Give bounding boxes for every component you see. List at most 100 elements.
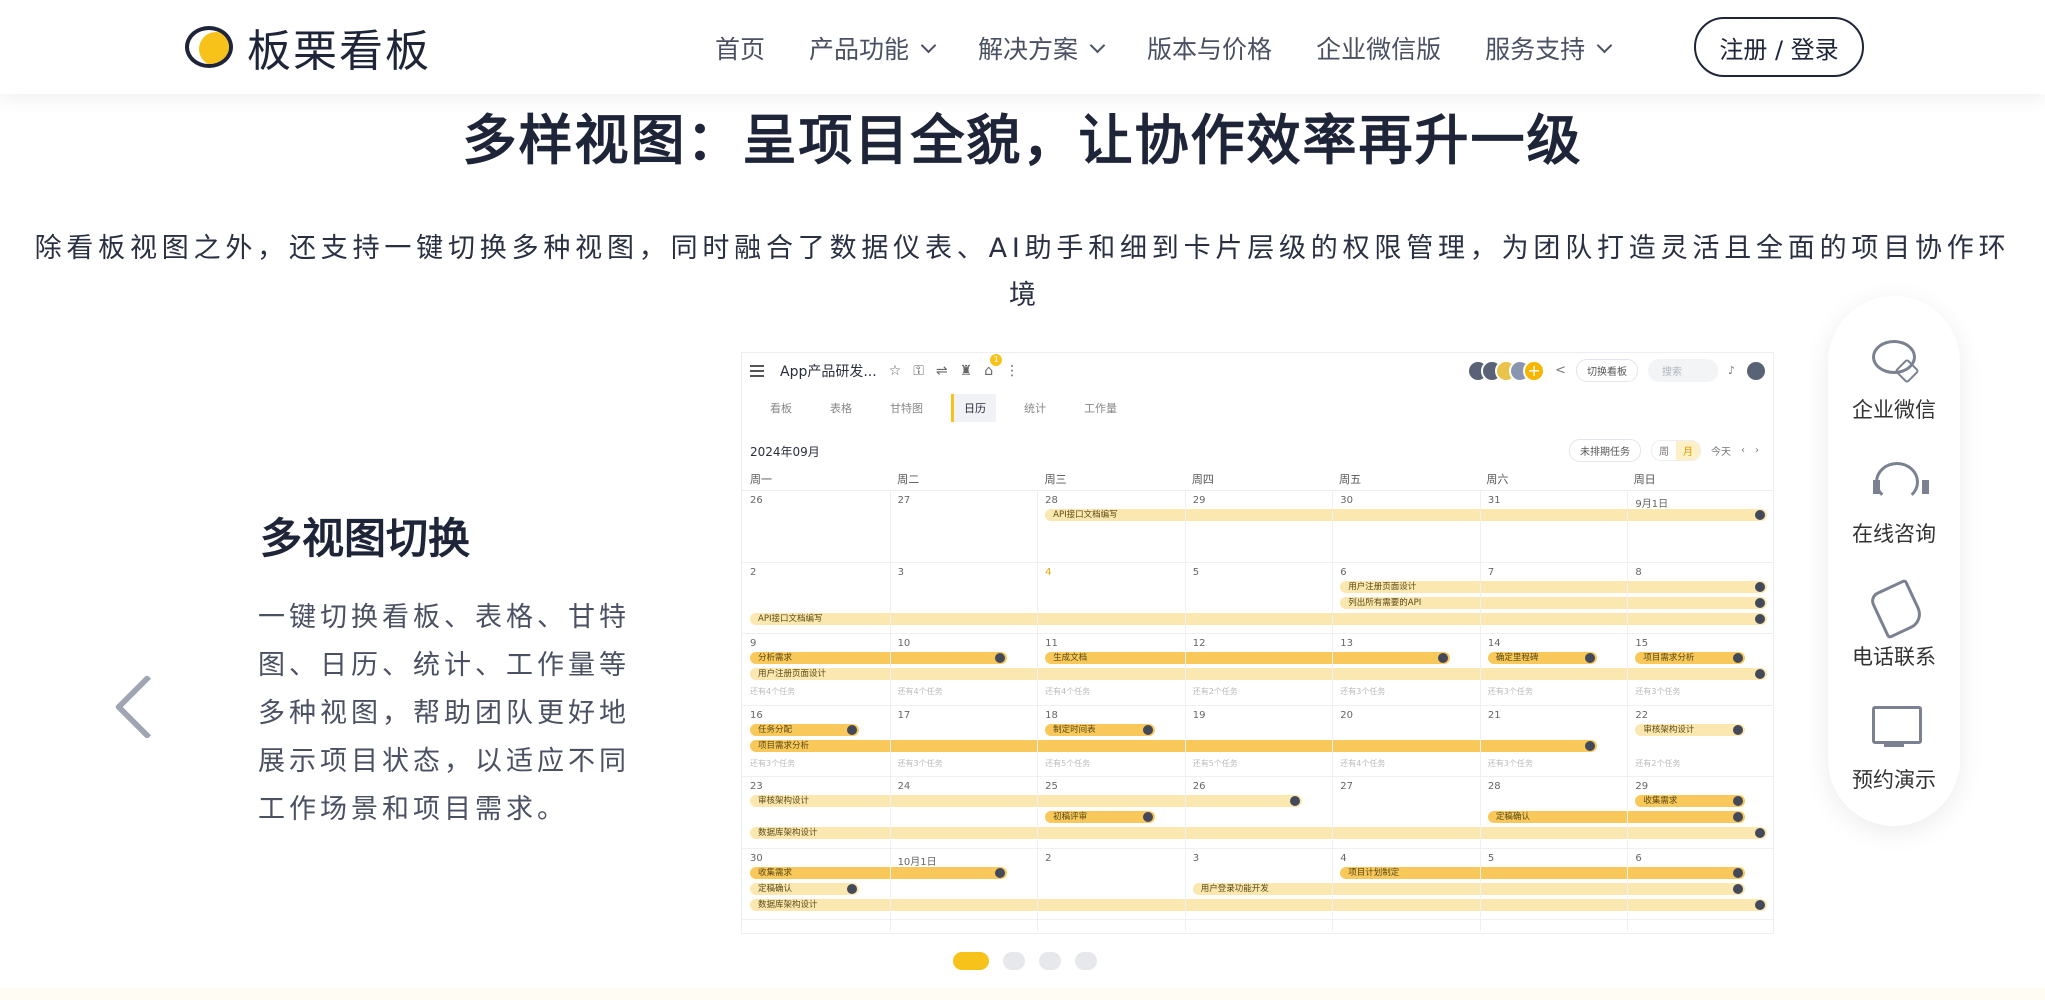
nav-support[interactable]: 服务支持 [1485,30,1613,66]
calendar-day-number[interactable]: 28 [1488,781,1501,792]
calendar-day-number[interactable]: 20 [1340,710,1353,721]
seg-week[interactable]: 周 [1652,441,1676,460]
nav-solutions[interactable]: 解决方案 [978,30,1106,66]
calendar-event[interactable]: 分析需求 [750,652,1007,664]
calendar-day-number[interactable]: 6 [1635,853,1641,864]
seg-month[interactable]: 月 [1676,441,1700,460]
more-tasks-link[interactable]: 还有2个任务 [1635,758,1680,769]
register-login-button[interactable]: 注册 / 登录 [1694,17,1864,77]
calendar-day-number[interactable]: 14 [1488,638,1501,649]
calendar-event[interactable]: 定稿确认 [750,882,860,895]
board-search-input[interactable]: 搜索 [1647,359,1718,382]
calendar-day-number[interactable]: 9 [750,638,756,649]
calendar-day-number[interactable]: 22 [1635,710,1648,721]
calendar-event[interactable]: 任务分配 [750,723,860,736]
unscheduled-tasks-button[interactable]: 未排期任务 [1569,439,1641,462]
lock-icon[interactable]: ⚿ [913,363,924,379]
calendar-event[interactable]: 用户注册页面设计 [1340,580,1767,593]
calendar-day-number[interactable]: 26 [1193,781,1206,792]
calendar-event[interactable]: API接口文档编写 [750,612,1767,625]
calendar-event[interactable]: 生成文档 [1045,652,1450,664]
more-tasks-link[interactable]: 还有3个任务 [1635,686,1680,697]
contact-phone[interactable]: 电话联系 [1828,579,1960,671]
ai-assistant-icon[interactable]: ⌂ 1 [984,354,1003,379]
calendar-day-number[interactable]: 30 [750,853,763,864]
filter-icon[interactable]: ⇌ [936,363,948,379]
contact-wecom[interactable]: 企业微信 [1828,332,1960,424]
star-icon[interactable]: ☆ [889,363,902,379]
calendar-day-number[interactable]: 15 [1635,638,1648,649]
calendar-day-number[interactable]: 23 [750,781,763,792]
calendar-day-number[interactable]: 16 [750,710,763,721]
calendar-event[interactable]: 项目需求分析 [1635,652,1745,664]
carousel-dot[interactable] [1003,952,1025,970]
calendar-event[interactable]: 收集需求 [750,866,1007,879]
calendar-day-number[interactable]: 5 [1488,853,1494,864]
tab-calendar[interactable]: 日历 [951,394,996,422]
carousel-dot[interactable] [1039,952,1061,970]
calendar-event[interactable]: 审核架构设计 [1635,723,1745,736]
tab-table[interactable]: 表格 [820,394,862,422]
tab-gantt[interactable]: 甘特图 [880,394,933,422]
calendar-event[interactable]: 用户注册页面设计 [750,668,1767,680]
contact-online-consult[interactable]: 在线咨询 [1828,456,1960,548]
more-tasks-link[interactable]: 还有4个任务 [898,686,943,697]
calendar-day-number[interactable]: 2 [1045,853,1051,864]
calendar-day-number[interactable]: 30 [1340,495,1353,506]
calendar-day-number[interactable]: 21 [1488,710,1501,721]
calendar-day-number[interactable]: 29 [1635,781,1648,792]
more-tasks-link[interactable]: 还有4个任务 [1045,686,1090,697]
calendar-event[interactable]: 收集需求 [1635,795,1745,807]
bell-icon[interactable]: ♪ [1728,364,1735,377]
add-member-icon[interactable]: + [1523,359,1546,382]
today-button[interactable]: 今天 [1711,443,1731,458]
calendar-day-number[interactable]: 11 [1045,638,1058,649]
nav-pricing[interactable]: 版本与价格 [1147,30,1272,66]
carousel-dot[interactable] [1075,952,1097,970]
next-month-icon[interactable]: › [1755,445,1759,456]
nav-wecom-edition[interactable]: 企业微信版 [1316,30,1441,66]
more-tasks-link[interactable]: 还有3个任务 [898,758,943,769]
brand-logo[interactable]: 板栗看板 [185,18,431,77]
calendar-event[interactable]: 数据库架构设计 [750,898,1767,911]
calendar-day-number[interactable]: 13 [1340,638,1353,649]
calendar-day-number[interactable]: 7 [1488,567,1494,578]
carousel-prev-arrow-icon[interactable] [114,674,180,740]
calendar-day-number[interactable]: 28 [1045,495,1058,506]
calendar-day-number[interactable]: 9月1日 [1635,495,1668,510]
calendar-event[interactable]: 数据库架构设计 [750,827,1767,839]
tab-workload[interactable]: 工作量 [1074,394,1127,422]
calendar-day-number[interactable]: 6 [1340,567,1346,578]
nav-product-features[interactable]: 产品功能 [809,30,937,66]
calendar-day-number[interactable]: 31 [1488,495,1501,506]
more-tasks-link[interactable]: 还有5个任务 [1045,758,1090,769]
share-icon[interactable]: < [1555,363,1566,378]
switch-board-button[interactable]: 切换看板 [1575,359,1638,382]
more-tasks-link[interactable]: 还有3个任务 [1488,758,1533,769]
more-tasks-link[interactable]: 还有3个任务 [1488,686,1533,697]
calendar-event[interactable]: 用户登录功能开发 [1192,882,1745,895]
calendar-day-number[interactable]: 8 [1635,567,1641,578]
more-tasks-link[interactable]: 还有4个任务 [1340,758,1385,769]
more-icon[interactable]: ⋮ [1005,363,1019,379]
calendar-day-number[interactable]: 3 [1193,853,1199,864]
more-tasks-link[interactable]: 还有5个任务 [1193,758,1238,769]
user-avatar[interactable] [1745,359,1767,382]
calendar-day-number[interactable]: 12 [1193,638,1206,649]
calendar-day-number[interactable]: 19 [1193,710,1206,721]
calendar-day-number[interactable]: 5 [1193,567,1199,578]
more-tasks-link[interactable]: 还有3个任务 [750,758,795,769]
calendar-event[interactable]: 审核架构设计 [750,795,1303,807]
menu-icon[interactable] [750,362,764,380]
calendar-event[interactable]: API接口文档编写 [1045,509,1767,521]
calendar-day-number[interactable]: 24 [898,781,911,792]
calendar-event[interactable]: 确定里程碑 [1487,652,1598,664]
calendar-event[interactable]: 初稿评审 [1045,811,1155,823]
more-tasks-link[interactable]: 还有3个任务 [1340,686,1385,697]
more-tasks-link[interactable]: 还有4个任务 [750,686,795,697]
more-tasks-link[interactable]: 还有2个任务 [1193,686,1238,697]
calendar-event[interactable]: 列出所有需要的API [1340,596,1767,609]
calendar-day-number[interactable]: 3 [898,567,904,578]
calendar-event[interactable]: 项目计划制定 [1340,866,1745,879]
carousel-dot[interactable] [953,952,989,970]
